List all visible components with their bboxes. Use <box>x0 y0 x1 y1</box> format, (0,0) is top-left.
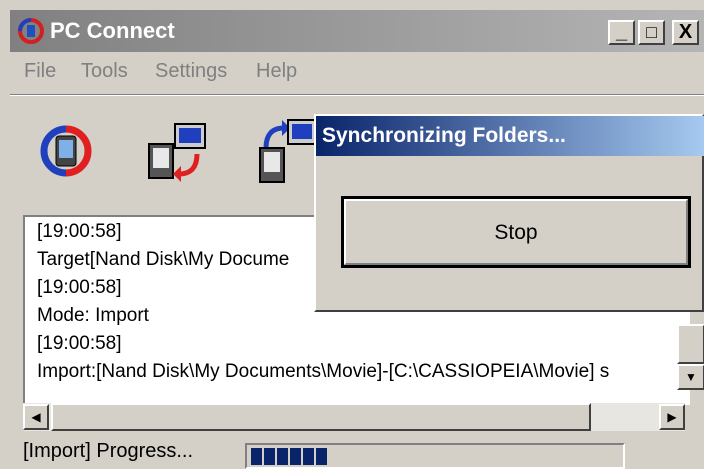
transfer-to-pc-icon[interactable] <box>145 114 209 188</box>
minimize-button[interactable]: _ <box>608 20 635 45</box>
progress-bar <box>245 443 625 469</box>
window-title: PC Connect <box>50 18 175 43</box>
horizontal-scrollbar[interactable]: ◀ ▶ <box>23 403 685 431</box>
log-line: [19:00:58] <box>37 277 122 298</box>
vscroll-thumb[interactable] <box>677 324 704 364</box>
stop-button-label: Stop <box>344 199 688 265</box>
hscroll-thumb[interactable] <box>51 403 591 431</box>
menu-tools[interactable]: Tools <box>81 60 128 83</box>
log-line: [19:00:58] <box>37 333 122 354</box>
menu-help[interactable]: Help <box>256 60 297 83</box>
progress-segment <box>264 448 275 465</box>
scroll-right-button[interactable]: ▶ <box>659 404 685 430</box>
close-button[interactable]: X <box>672 20 699 45</box>
vertical-scrollbar[interactable]: ▼ <box>677 324 704 404</box>
sync-icon[interactable] <box>34 114 98 188</box>
scroll-down-button[interactable]: ▼ <box>677 364 704 390</box>
progress-segment <box>277 448 288 465</box>
log-line: Target[Nand Disk\My Docume <box>37 249 290 270</box>
progress-segment <box>316 448 327 465</box>
log-line: [19:00:58] <box>37 221 122 242</box>
transfer-to-device-icon[interactable] <box>256 114 320 188</box>
app-logo-icon <box>18 18 44 44</box>
menu-settings[interactable]: Settings <box>155 60 227 83</box>
dialog-title: Synchronizing Folders... <box>322 124 566 147</box>
status-label: [Import] Progress... <box>23 440 194 462</box>
maximize-button[interactable]: □ <box>638 20 665 45</box>
scroll-left-button[interactable]: ◀ <box>23 404 49 430</box>
log-line: Import:[Nand Disk\My Documents\Movie]-[C… <box>37 361 610 382</box>
menu-file[interactable]: File <box>24 60 56 83</box>
progress-segment <box>290 448 301 465</box>
menu-separator <box>10 94 704 96</box>
progress-segment <box>303 448 314 465</box>
sync-dialog: Synchronizing Folders... Stop <box>314 114 704 312</box>
stop-button[interactable]: Stop <box>341 196 691 268</box>
title-bar[interactable]: PC Connect _ □ X <box>10 10 704 52</box>
dialog-title-bar[interactable]: Synchronizing Folders... <box>316 116 704 156</box>
progress-segment <box>251 448 262 465</box>
log-line: Mode: Import <box>37 305 149 326</box>
menu-bar: File Tools Settings Help <box>10 58 704 88</box>
